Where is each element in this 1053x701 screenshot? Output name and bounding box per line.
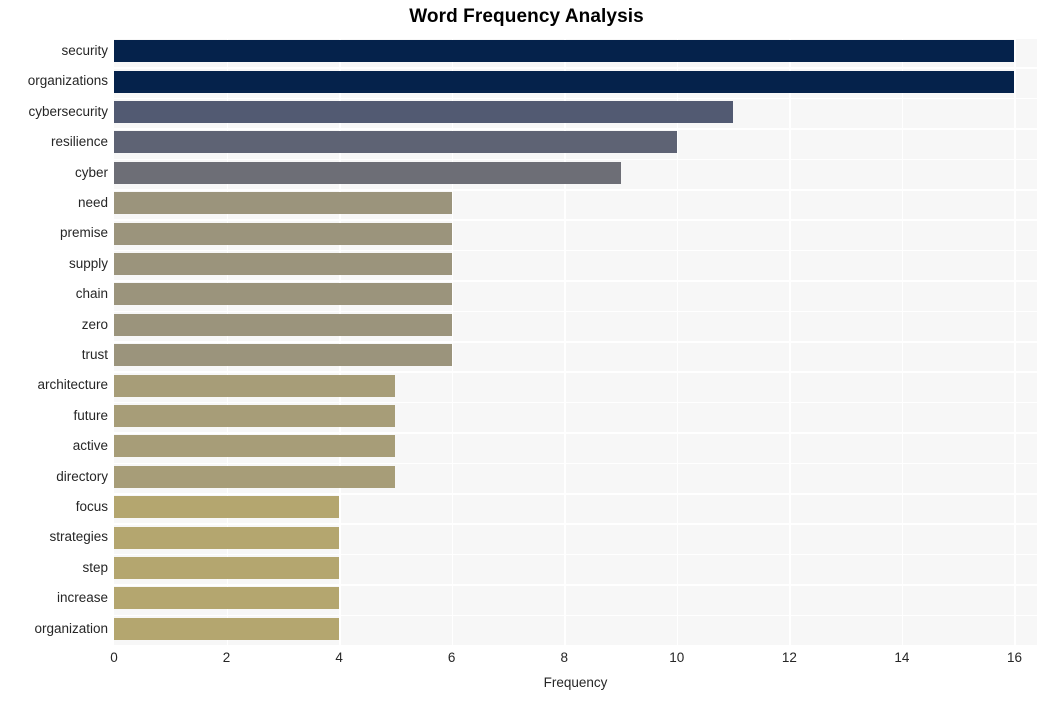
x-tick-0: 0	[110, 650, 118, 665]
x-tick-10: 10	[669, 650, 685, 665]
bar-strategies[interactable]	[114, 526, 340, 549]
bar-directory[interactable]	[114, 465, 396, 488]
bar-row	[114, 219, 1037, 248]
bar-row	[114, 158, 1037, 188]
x-axis-tick-labels: 0 2 4 6 8 10 12 14 16	[0, 650, 1053, 672]
bar-row	[114, 614, 1037, 644]
x-tick-2: 2	[222, 650, 231, 665]
x-tick-16: 16	[1006, 650, 1022, 665]
bar-row	[114, 128, 1037, 157]
bar-row	[114, 310, 1037, 340]
y-tick-future: future	[73, 407, 108, 423]
y-tick-organization: organization	[34, 620, 108, 636]
bar-row	[114, 432, 1037, 461]
gridline-y	[114, 432, 1037, 434]
bar-row	[114, 493, 1037, 522]
gridline-y	[114, 523, 1037, 525]
y-tick-need: need	[77, 195, 108, 210]
y-tick-active: active	[72, 438, 108, 454]
bar-row	[114, 67, 1037, 96]
bar-increase[interactable]	[114, 587, 340, 610]
y-tick-increase: increase	[56, 590, 108, 606]
bar-organizations[interactable]	[114, 70, 1015, 93]
bar-cybersecurity[interactable]	[114, 100, 734, 123]
word-frequency-chart: Word Frequency Analysis security organiza…	[0, 0, 1053, 701]
gridline-y	[114, 219, 1037, 221]
x-axis-label: Frequency	[543, 675, 608, 690]
bar-zero[interactable]	[114, 313, 452, 336]
y-tick-premise: premise	[59, 225, 108, 241]
y-tick-zero: zero	[81, 316, 108, 332]
gridline-y	[114, 37, 1037, 39]
bar-row	[114, 189, 1037, 218]
y-tick-architecture: architecture	[37, 377, 108, 393]
bar-security[interactable]	[114, 40, 1015, 63]
y-axis-tick-labels: security organizations cybersecurity resili…	[0, 37, 108, 645]
gridline-y	[114, 189, 1037, 191]
bar-row	[114, 97, 1037, 127]
gridline-y	[114, 128, 1037, 130]
bar-focus[interactable]	[114, 496, 340, 519]
x-tick-14: 14	[894, 650, 910, 665]
plot-area	[114, 37, 1037, 645]
bar-chain[interactable]	[114, 283, 452, 306]
y-tick-cyber: cyber	[74, 164, 108, 180]
bar-row	[114, 584, 1037, 613]
gridline-y	[114, 280, 1037, 282]
gridline-y	[114, 310, 1037, 313]
bar-row	[114, 462, 1037, 492]
bar-supply[interactable]	[114, 252, 452, 275]
y-tick-organizations: organizations	[27, 73, 108, 89]
bar-row	[114, 523, 1037, 552]
y-tick-directory: directory	[56, 468, 108, 484]
x-tick-12: 12	[781, 650, 797, 665]
y-tick-focus: focus	[75, 499, 108, 514]
gridline-y	[114, 249, 1037, 252]
y-tick-resilience: resilience	[50, 134, 108, 150]
bar-row	[114, 341, 1037, 370]
y-tick-cybersecurity: cybersecurity	[28, 103, 108, 119]
gridline-y	[114, 584, 1037, 586]
bar-trust[interactable]	[114, 344, 452, 367]
y-tick-security: security	[61, 43, 108, 58]
gridline-y	[114, 493, 1037, 495]
bar-active[interactable]	[114, 435, 396, 458]
bar-need[interactable]	[114, 192, 452, 215]
y-tick-strategies: strategies	[49, 529, 108, 545]
bar-future[interactable]	[114, 404, 396, 427]
gridline-y	[114, 341, 1037, 343]
gridline-y	[114, 553, 1037, 556]
bars-layer	[114, 37, 1037, 645]
bar-organization[interactable]	[114, 617, 340, 640]
bar-resilience[interactable]	[114, 131, 677, 154]
x-tick-6: 6	[447, 650, 456, 665]
y-tick-step: step	[82, 559, 108, 575]
bar-step[interactable]	[114, 556, 340, 579]
y-tick-chain: chain	[75, 286, 108, 302]
x-tick-8: 8	[560, 650, 568, 665]
chart-title: Word Frequency Analysis	[409, 6, 644, 27]
gridline-y	[114, 371, 1037, 373]
gridline-y	[114, 97, 1037, 100]
bar-cyber[interactable]	[114, 161, 621, 184]
bar-row	[114, 401, 1037, 431]
gridline-y	[114, 158, 1037, 161]
bar-premise[interactable]	[114, 222, 452, 245]
bar-row	[114, 249, 1037, 279]
x-tick-4: 4	[335, 650, 343, 665]
gridline-y	[114, 462, 1037, 465]
bar-row	[114, 371, 1037, 400]
gridline-y	[114, 614, 1037, 617]
gridline-y	[114, 401, 1037, 404]
bar-architecture[interactable]	[114, 374, 396, 397]
bar-row	[114, 37, 1037, 66]
y-tick-supply: supply	[68, 255, 108, 271]
y-tick-trust: trust	[81, 347, 108, 362]
gridline-y	[114, 67, 1037, 69]
bar-row	[114, 280, 1037, 309]
bar-row	[114, 553, 1037, 583]
